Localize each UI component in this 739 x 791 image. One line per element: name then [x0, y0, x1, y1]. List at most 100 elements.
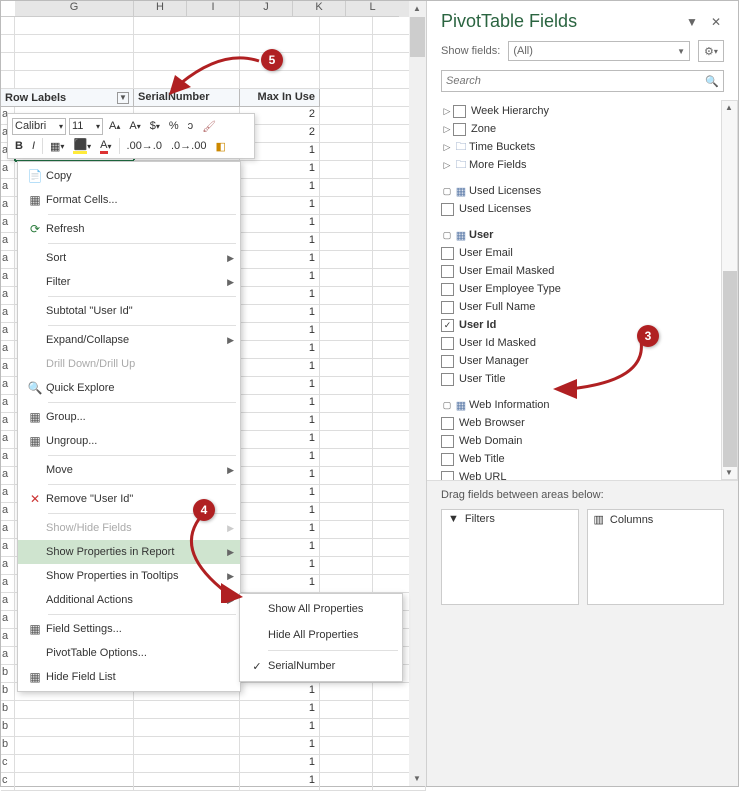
col-header-H[interactable]: H [134, 1, 187, 17]
scroll-up-icon[interactable]: ▲ [725, 103, 733, 112]
table-row[interactable]: b1 [1, 719, 426, 737]
checkbox[interactable] [441, 203, 454, 216]
menu-filter[interactable]: Filter▶ [18, 270, 240, 294]
expand-icon[interactable]: ▷ [441, 106, 453, 117]
menu-sort[interactable]: Sort▶ [18, 246, 240, 270]
col-header-J[interactable]: J [240, 1, 293, 17]
font-size-select[interactable]: 11▾ [69, 118, 103, 135]
menu-copy[interactable]: 📄Copy [18, 164, 240, 188]
table-row[interactable]: c1 [1, 755, 426, 773]
grid-vertical-scrollbar[interactable]: ▲ ▼ [409, 1, 426, 786]
search-input-wrap[interactable]: 🔍 [441, 70, 724, 92]
folder-time-buckets[interactable]: ▷🗀Time Buckets [441, 138, 738, 156]
font-name-select[interactable]: Calibri▾ [12, 118, 66, 135]
checkbox[interactable] [441, 301, 454, 314]
font-color-icon[interactable]: A▾ [97, 138, 114, 155]
panel-close-icon[interactable]: ✕ [708, 15, 724, 29]
collapse-icon[interactable]: ▢ [441, 400, 453, 411]
field-list-scrollbar[interactable]: ▲ ▼ [721, 100, 738, 480]
submenu-hide-all[interactable]: Hide All Properties [240, 622, 402, 648]
layout-options-button[interactable]: ⚙▾ [698, 40, 724, 62]
field-zone[interactable]: ▷Zone [441, 120, 738, 138]
checkbox[interactable] [441, 453, 454, 466]
field-user-full-name[interactable]: User Full Name [441, 298, 738, 316]
collapse-icon[interactable]: ▢ [441, 230, 453, 241]
columns-zone[interactable]: ▥Columns [587, 509, 725, 605]
field-user-id[interactable]: ✓User Id [441, 316, 738, 334]
menu-quick-explore[interactable]: 🔍Quick Explore [18, 376, 240, 400]
increase-font-icon[interactable]: A▴ [106, 118, 123, 135]
col-header-I[interactable]: I [187, 1, 240, 17]
thousands-icon[interactable]: ͻ [185, 118, 197, 135]
expand-icon[interactable]: ▷ [441, 124, 453, 135]
table-user[interactable]: ▢▦User [441, 226, 738, 244]
checkbox[interactable] [441, 283, 454, 296]
expand-icon[interactable]: ▷ [441, 160, 453, 171]
checkbox[interactable] [441, 373, 454, 386]
submenu-show-all[interactable]: Show All Properties [240, 596, 402, 622]
table-row[interactable]: b1 [1, 737, 426, 755]
menu-expand-collapse[interactable]: Expand/Collapse▶ [18, 328, 240, 352]
field-user-email-masked[interactable]: User Email Masked [441, 262, 738, 280]
currency-icon[interactable]: $▾ [147, 118, 163, 135]
field-web-domain[interactable]: Web Domain [441, 432, 738, 450]
menu-pivot-options[interactable]: PivotTable Options... [18, 641, 240, 665]
scroll-up-icon[interactable]: ▲ [413, 4, 421, 13]
bold-icon[interactable]: B [12, 138, 26, 155]
menu-hide-field-list[interactable]: ▦Hide Field List [18, 665, 240, 689]
checkbox[interactable] [441, 265, 454, 278]
col-header-L[interactable]: L [346, 1, 399, 17]
percent-icon[interactable]: % [166, 118, 182, 135]
checkbox[interactable] [441, 337, 454, 350]
menu-refresh[interactable]: ⟳Refresh [18, 217, 240, 241]
menu-format-cells[interactable]: ▦Format Cells... [18, 188, 240, 212]
scroll-down-icon[interactable]: ▼ [725, 468, 733, 477]
field-used-licenses[interactable]: Used Licenses [441, 200, 738, 218]
filters-zone[interactable]: ▼Filters [441, 509, 579, 605]
checkbox[interactable] [441, 417, 454, 430]
checkbox-checked[interactable]: ✓ [441, 319, 454, 332]
checkbox[interactable] [441, 355, 454, 368]
field-web-url[interactable]: Web URL [441, 468, 738, 480]
table-row[interactable]: b1 [1, 701, 426, 719]
col-header-G[interactable]: G [15, 1, 134, 17]
show-fields-combo[interactable]: (All)▼ [508, 41, 690, 61]
field-user-email[interactable]: User Email [441, 244, 738, 262]
field-web-browser[interactable]: Web Browser [441, 414, 738, 432]
decrease-font-icon[interactable]: A▾ [126, 118, 143, 135]
menu-ungroup[interactable]: ▦Ungroup... [18, 429, 240, 453]
panel-dropdown-icon[interactable]: ▼ [684, 15, 700, 29]
field-web-title[interactable]: Web Title [441, 450, 738, 468]
pivot-row-labels-header[interactable]: Row Labels▼ [1, 89, 134, 107]
checkbox[interactable] [453, 123, 466, 136]
scrollbar-thumb[interactable] [410, 17, 425, 57]
collapse-icon[interactable]: ▢ [441, 186, 453, 197]
search-input[interactable] [446, 75, 705, 87]
scroll-down-icon[interactable]: ▼ [413, 774, 421, 783]
checkbox[interactable] [441, 247, 454, 260]
folder-more-fields[interactable]: ▷🗀More Fields [441, 156, 738, 174]
borders-icon[interactable]: ▦▾ [47, 138, 67, 155]
submenu-serialnumber[interactable]: ✓SerialNumber [240, 653, 402, 679]
menu-field-settings[interactable]: ▦Field Settings... [18, 617, 240, 641]
field-user-employee-type[interactable]: User Employee Type [441, 280, 738, 298]
expand-icon[interactable]: ▷ [441, 142, 453, 153]
menu-move[interactable]: Move▶ [18, 458, 240, 482]
increase-decimal-icon[interactable]: .0→.00 [168, 138, 209, 155]
checkbox[interactable] [441, 471, 454, 481]
scrollbar-thumb[interactable] [723, 271, 737, 467]
menu-group[interactable]: ▦Group... [18, 405, 240, 429]
fill-color-icon[interactable]: ⬛▾ [70, 138, 94, 155]
decrease-decimal-icon[interactable]: .00→.0 [124, 138, 165, 155]
italic-icon[interactable]: I [29, 138, 38, 155]
checkbox[interactable] [453, 105, 466, 118]
format-icon[interactable]: ◧ [212, 138, 228, 155]
checkbox[interactable] [441, 435, 454, 448]
col-header-K[interactable]: K [293, 1, 346, 17]
field-week-hierarchy[interactable]: ▷Week Hierarchy [441, 102, 738, 120]
table-used-licenses[interactable]: ▢▦Used Licenses [441, 182, 738, 200]
menu-subtotal[interactable]: Subtotal "User Id" [18, 299, 240, 323]
format-painter-icon[interactable]: 🖌 [199, 118, 219, 135]
table-row[interactable]: c1 [1, 773, 426, 791]
dropdown-icon[interactable]: ▼ [117, 92, 129, 104]
